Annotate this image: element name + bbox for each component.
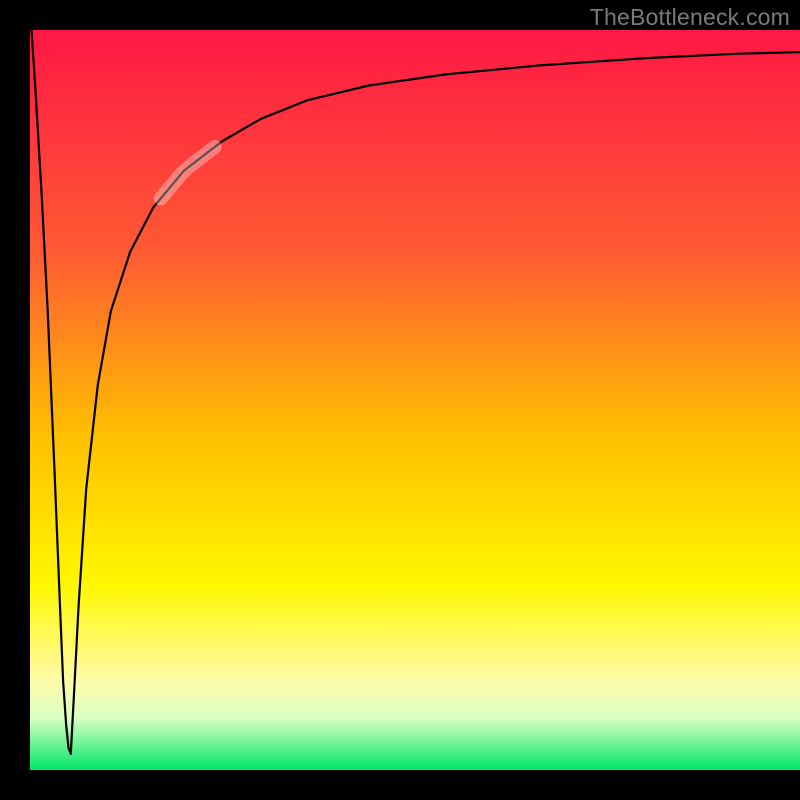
left-spike-path	[32, 30, 71, 754]
curve-layer	[30, 30, 800, 770]
watermark-text: TheBottleneck.com	[590, 4, 790, 31]
chart-frame: TheBottleneck.com	[0, 0, 800, 800]
highlight-segment	[161, 147, 215, 198]
main-curve-path	[71, 52, 800, 754]
